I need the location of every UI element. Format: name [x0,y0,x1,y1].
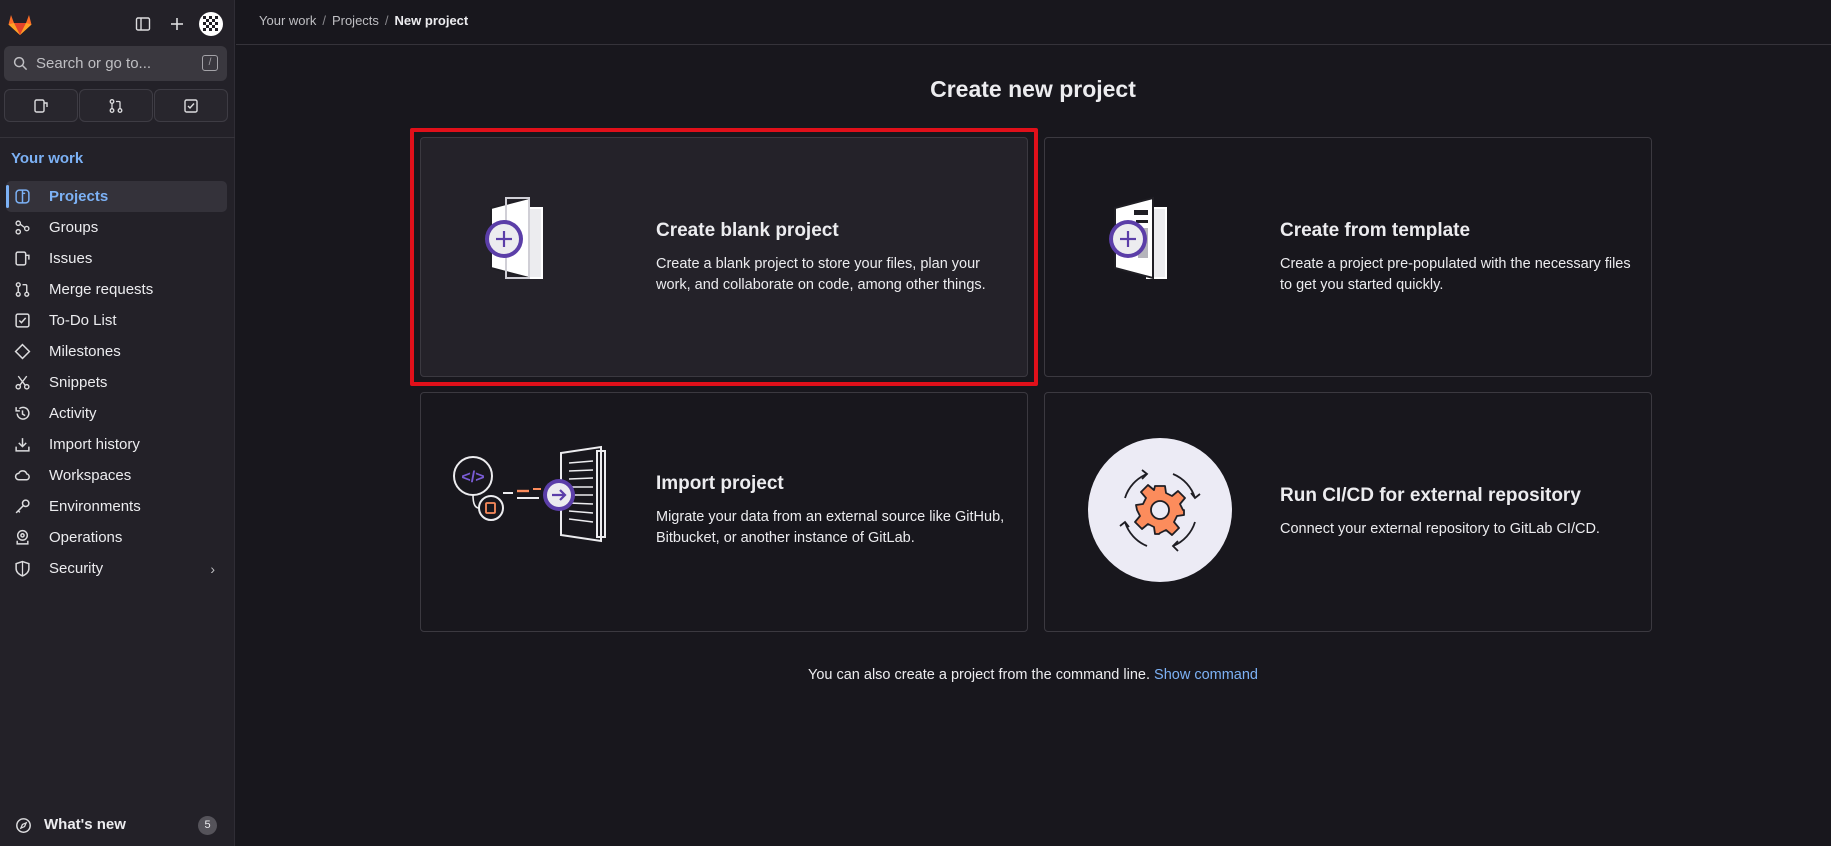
sidebar-item-merge-requests[interactable]: Merge requests [6,274,227,305]
avatar[interactable] [198,11,224,37]
breadcrumb-separator: / [384,13,389,28]
sidebar: Search or go to... / Your work Projects … [0,0,235,846]
card-description: Migrate your data from an external sourc… [656,509,1005,546]
issues-icon [15,251,30,266]
sidebar-nav: Projects Groups Issues Merge requests To… [0,181,235,584]
create-from-template-card[interactable]: Create from template Create a project pr… [1044,137,1652,377]
breadcrumb-current[interactable]: New project [395,13,469,28]
selection-highlight [410,128,1038,386]
issues-quick-button[interactable] [4,89,78,122]
card-description: Connect your external repository to GitL… [1280,521,1600,537]
workspace-icon [14,470,30,481]
breadcrumb-your-work[interactable]: Your work [259,13,316,28]
sidebar-item-label: To-Do List [49,312,117,329]
section-title[interactable]: Your work [11,150,83,167]
whats-new-button[interactable]: What's new 5 [0,810,235,840]
run-ci-cd-card[interactable]: Run CI/CD for external repository Connec… [1044,392,1652,632]
show-command-link[interactable]: Show command [1154,667,1258,683]
gitlab-logo-icon[interactable] [6,10,34,38]
card-text: Import project Migrate your data from an… [656,473,1017,549]
sidebar-item-label: Environments [49,498,141,515]
compass-icon [16,818,31,833]
sidebar-item-label: Issues [49,250,93,267]
sidebar-item-workspaces[interactable]: Workspaces [6,460,227,491]
ci-cd-gear-illustration-icon [1088,438,1232,582]
sidebar-item-label: Security [49,560,104,577]
environment-icon [15,499,30,514]
sidebar-item-activity[interactable]: Activity [6,398,227,429]
card-text: Run CI/CD for external repository Connec… [1280,485,1641,540]
search-placeholder: Search or go to... [36,55,152,72]
sidebar-item-security[interactable]: Security › [6,553,227,584]
sidebar-item-label: Activity [49,405,97,422]
import-icon [15,438,30,452]
merge-requests-quick-button[interactable] [79,89,153,122]
merge-request-icon [15,282,30,297]
svg-text:</>: </> [461,469,484,486]
sidebar-item-label: Milestones [49,343,121,360]
import-project-card[interactable]: </> Import project Migrate your data fro… [420,392,1028,632]
sidebar-item-milestones[interactable]: Milestones [6,336,227,367]
sidebar-item-import-history[interactable]: Import history [6,429,227,460]
card-title: Import project [656,473,784,494]
merge-request-icon [109,98,123,113]
command-line-hint-text: You can also create a project from the c… [807,667,1150,683]
template-illustration-icon [1109,196,1167,280]
sidebar-item-label: Workspaces [49,467,132,484]
import-illustration-icon: </> [453,445,606,543]
sidebar-item-label: Snippets [49,374,108,391]
whats-new-count-badge: 5 [198,816,217,835]
operations-icon [16,529,29,545]
plus-icon[interactable] [165,12,189,36]
sidebar-item-label: Merge requests [49,281,154,298]
search-shortcut: / [202,55,218,71]
breadcrumb-separator: / [322,13,326,28]
sidebar-item-todo-list[interactable]: To-Do List [6,305,227,336]
todo-icon [15,313,30,328]
sidebar-item-label: Import history [49,436,140,453]
sidebar-item-label: Projects [49,188,109,205]
issues-icon [34,98,48,113]
breadcrumb-projects[interactable]: Projects [332,13,379,28]
sidebar-item-snippets[interactable]: Snippets [6,367,227,398]
milestone-icon [14,343,31,360]
project-icon [15,189,30,204]
search-input[interactable]: Search or go to... / [4,46,227,81]
search-icon [13,56,28,71]
sidebar-header [0,8,235,42]
sidebar-divider [0,137,235,138]
snippet-icon [15,375,30,390]
group-icon [15,220,30,235]
todo-quick-button[interactable] [154,89,228,122]
sidebar-item-environments[interactable]: Environments [6,491,227,522]
whats-new-label: What's new [44,816,126,833]
command-line-hint: You can also create a project from the c… [235,667,1831,683]
sidebar-item-label: Groups [49,219,99,236]
breadcrumb: Your work / Projects / New project [259,13,474,28]
sidebar-item-label: Operations [49,529,123,546]
toggle-sidebar-icon[interactable] [131,12,155,36]
sidebar-item-operations[interactable]: Operations [6,522,227,553]
chevron-right-icon: › [210,561,215,577]
sidebar-item-groups[interactable]: Groups [6,212,227,243]
card-description: Create a project pre-populated with the … [1280,256,1631,293]
card-text: Create from template Create a project pr… [1280,220,1641,296]
card-title: Create from template [1280,220,1471,241]
page-title: Create new project [930,76,1136,102]
top-bar: Your work / Projects / New project [236,0,1831,45]
shield-icon [15,560,30,577]
todo-icon [184,98,198,113]
activity-icon [15,406,30,420]
sidebar-item-issues[interactable]: Issues [6,243,227,274]
card-title: Run CI/CD for external repository [1280,485,1581,506]
sidebar-item-projects[interactable]: Projects [6,181,227,212]
